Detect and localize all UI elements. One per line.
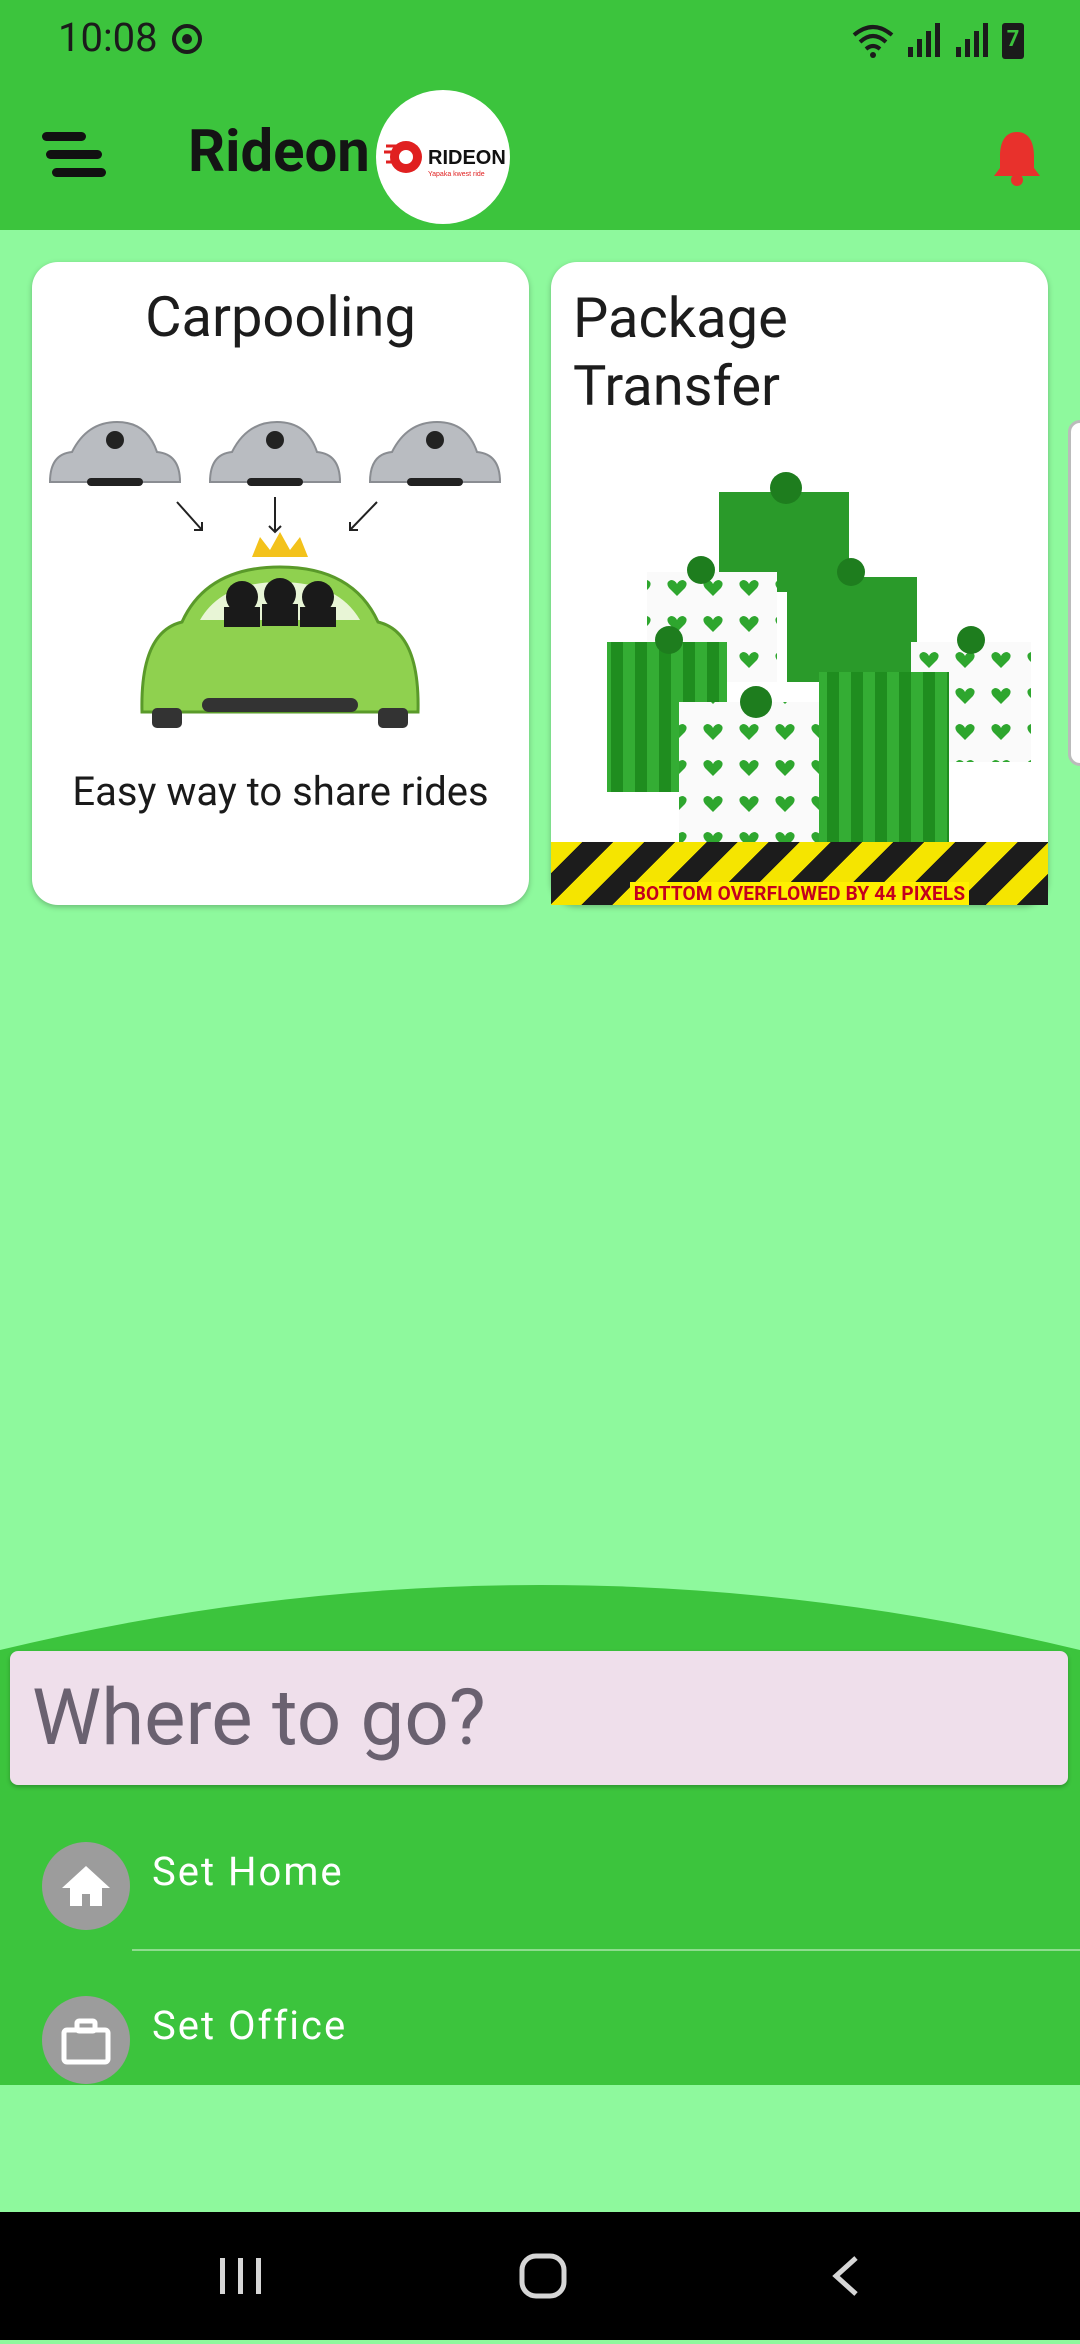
card-title-line2: Transfer: [573, 353, 781, 419]
search-input[interactable]: Where to go?: [10, 1651, 1068, 1785]
battery-icon: 7: [1002, 23, 1024, 59]
edge-panel-handle[interactable]: [1068, 420, 1080, 766]
overflow-text: BOTTOM OVERFLOWED BY 44 PIXELS: [629, 882, 970, 905]
bell-icon[interactable]: [990, 128, 1044, 186]
home-icon: [62, 1866, 110, 1906]
overflow-warning: BOTTOM OVERFLOWED BY 44 PIXELS: [551, 842, 1048, 905]
card-title-line1: Package: [573, 285, 788, 351]
status-time: 10:08: [58, 14, 158, 61]
battery-level: 7: [1006, 27, 1020, 52]
set-home-button[interactable]: [42, 1842, 130, 1930]
gift-boxes-illustration: [607, 472, 1031, 842]
back-button[interactable]: [832, 2256, 858, 2296]
menu-icon[interactable]: [42, 130, 106, 180]
logo-wordmark: RIDEON: [428, 147, 506, 169]
recent-apps-button[interactable]: [220, 2258, 261, 2294]
set-office-label[interactable]: Set Office: [152, 2002, 347, 2049]
rideon-logo: RIDEON Yapaka kwest ride: [376, 90, 510, 224]
search-placeholder: Where to go?: [32, 1673, 486, 1764]
app-title: Rideon: [188, 118, 370, 186]
wifi-icon: [852, 25, 894, 58]
briefcase-icon: [61, 2018, 111, 2065]
card-caption: Easy way to share rides: [72, 768, 489, 815]
logo-tagline: Yapaka kwest ride: [428, 171, 485, 178]
signal-icon: [956, 23, 988, 57]
home-button[interactable]: [519, 2253, 567, 2299]
package-transfer-card[interactable]: Package Transfer: [551, 262, 1048, 905]
set-home-label[interactable]: Set Home: [152, 1848, 344, 1895]
status-icons: 7: [852, 20, 1024, 62]
set-office-button[interactable]: [42, 1996, 130, 2084]
system-nav-bar: [0, 2212, 1080, 2340]
sync-icon: [172, 24, 202, 54]
card-title: Package Transfer: [573, 284, 1013, 420]
card-title: Carpooling: [145, 284, 416, 350]
divider: [132, 1949, 1080, 1951]
signal-icon: [908, 23, 940, 57]
carpooling-card[interactable]: Carpooling Easy way to share rides: [32, 262, 529, 905]
carpooling-illustration: [48, 420, 502, 728]
